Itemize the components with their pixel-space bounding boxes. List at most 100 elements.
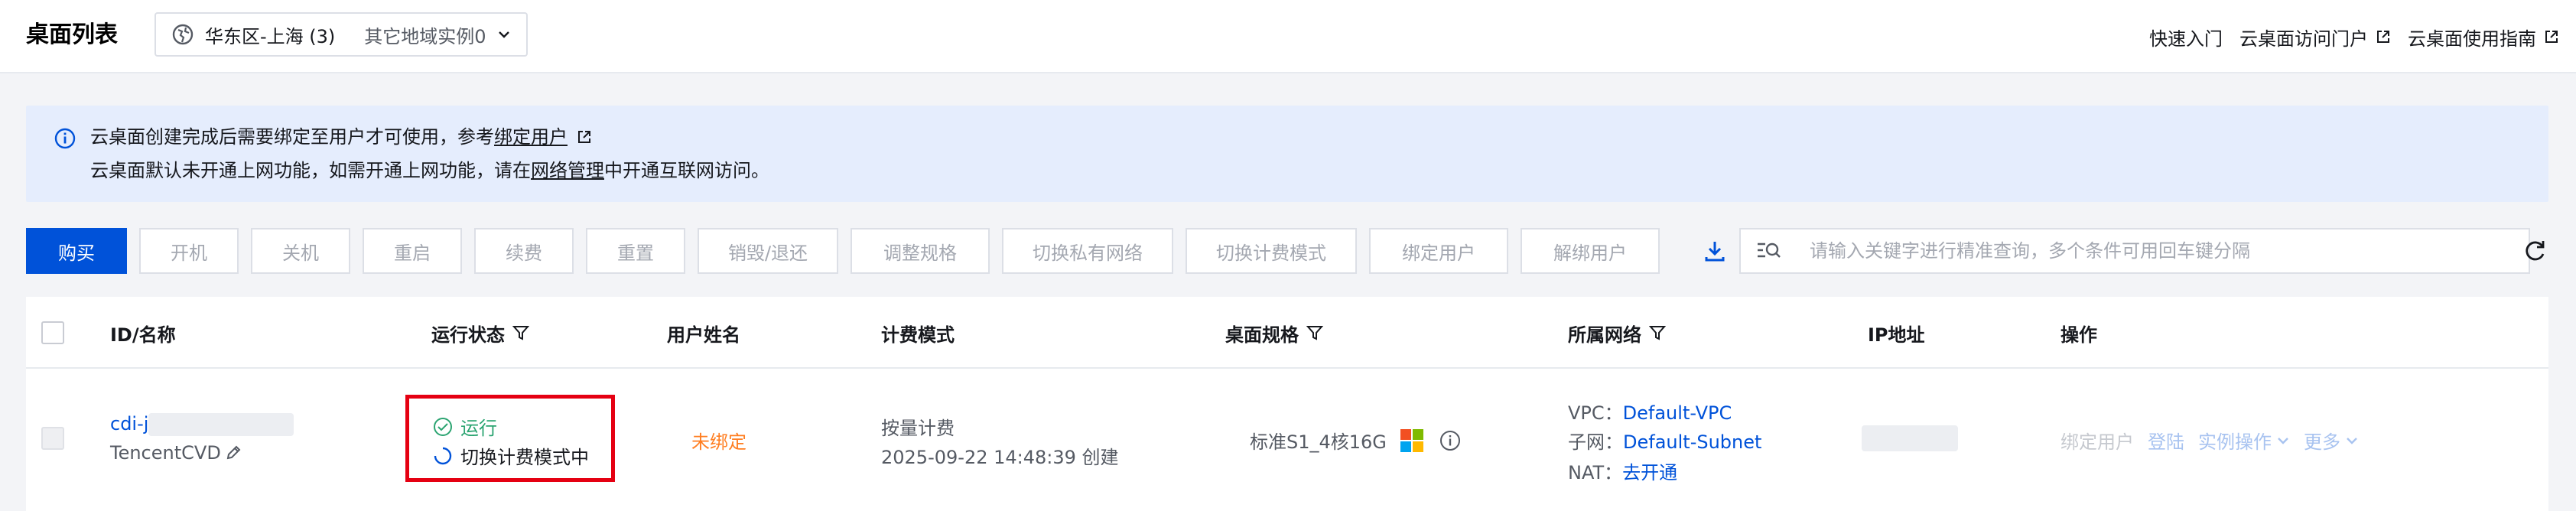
edit-pencil-icon[interactable] (224, 444, 242, 462)
vpc-line: VPC：Default-VPC (1568, 398, 1732, 425)
windows-logo-icon (1400, 428, 1423, 452)
bind-user-doc-link[interactable]: 绑定用户 (494, 124, 568, 150)
chevron-down-icon (2347, 437, 2357, 444)
info-notice: 云桌面创建完成后需要绑定至用户才可使用，参考 绑定用户 云桌面默认未开通上网功能… (26, 106, 2548, 202)
page-title: 桌面列表 (26, 21, 118, 48)
column-label: 运行状态 (431, 324, 505, 346)
column-label: ID/名称 (110, 324, 176, 346)
vpc-label: VPC： (1568, 402, 1623, 424)
nat-enable-link[interactable]: 去开通 (1622, 462, 1677, 483)
action-instance-ops[interactable]: 实例操作 (2198, 427, 2272, 454)
column-header-status: 运行状态 (431, 297, 529, 369)
billing-mode: 按量计费 (881, 418, 955, 439)
filter-icon[interactable] (1306, 324, 1323, 341)
table-header: ID/名称 运行状态 用户姓名 计费模式 桌面规格 所属网络 IP地址 操作 (26, 297, 2548, 369)
subnet-link[interactable]: Default-Subnet (1623, 431, 1761, 453)
region-current: 华东区-上海 (3) (205, 25, 336, 47)
renew-button[interactable]: 续费 (474, 228, 574, 274)
instance-name-cell: TencentCVD (110, 442, 242, 464)
region-other: 其它地域实例0 (364, 25, 486, 47)
link-label: 快速入门 (2149, 28, 2223, 50)
highlight-annotation-box (405, 395, 615, 482)
filter-icon[interactable] (512, 324, 529, 341)
spec-text: 标准S1_4核16G (1250, 431, 1387, 453)
unbind-user-button[interactable]: 解绑用户 (1521, 228, 1660, 274)
column-header-user: 用户姓名 (667, 297, 740, 369)
power-on-button[interactable]: 开机 (139, 228, 239, 274)
column-label: 操作 (2060, 324, 2097, 346)
spec-cell: 标准S1_4核16G (1250, 427, 1462, 454)
toolbar: 购买 开机 关机 重启 续费 重置 销毁/退还 调整规格 切换私有网络 切换计费… (26, 228, 2548, 274)
switch-billing-button[interactable]: 切换计费模式 (1186, 228, 1357, 274)
link-access-portal[interactable]: 云桌面访问门户 (2239, 24, 2391, 50)
notice-text: 云桌面创建完成后需要绑定至用户才可使用，参考 (90, 126, 494, 148)
link-user-guide[interactable]: 云桌面使用指南 (2408, 24, 2559, 50)
top-links: 快速入门 云桌面访问门户 云桌面使用指南 (2149, 0, 2576, 73)
subnet-line: 子网：Default-Subnet (1568, 427, 1761, 454)
nat-line: NAT：去开通 (1568, 457, 1677, 484)
external-link-icon (578, 131, 590, 143)
column-label: IP地址 (1868, 324, 1925, 346)
column-header-billing: 计费模式 (881, 297, 955, 369)
vpc-link[interactable]: Default-VPC (1623, 402, 1732, 424)
notice-text: 中开通互联网访问。 (604, 160, 769, 181)
instance-id-cell: cdi-j (110, 413, 294, 436)
notice-text: 云桌面默认未开通上网功能，如需开通上网功能，请在 (90, 160, 531, 181)
link-label: 云桌面使用指南 (2408, 28, 2536, 50)
column-header-actions: 操作 (2060, 297, 2097, 369)
column-header-id: ID/名称 (110, 297, 176, 369)
action-more[interactable]: 更多 (2304, 427, 2340, 454)
column-label: 所属网络 (1568, 324, 1641, 346)
restart-button[interactable]: 重启 (363, 228, 462, 274)
search-box[interactable] (1739, 228, 2530, 274)
reset-button[interactable]: 重置 (586, 228, 685, 274)
created-time: 2025-09-22 14:48:39 创建 (881, 447, 1119, 468)
action-bind-user[interactable]: 绑定用户 (2060, 427, 2134, 454)
chevron-down-icon (498, 31, 509, 38)
column-header-spec: 桌面规格 (1225, 297, 1323, 369)
action-login[interactable]: 登陆 (2148, 427, 2184, 454)
globe-icon (172, 24, 194, 45)
bind-user-button[interactable]: 绑定用户 (1369, 228, 1508, 274)
ip-address-cell (1862, 425, 1958, 456)
redacted-id (148, 413, 294, 436)
download-icon[interactable] (1701, 237, 1729, 265)
user-name-unbound: 未绑定 (691, 431, 746, 453)
column-label: 桌面规格 (1225, 324, 1299, 346)
info-circle-icon[interactable] (1439, 429, 1462, 452)
external-link-icon (2377, 31, 2389, 43)
destroy-return-button[interactable]: 销毁/退还 (698, 228, 838, 274)
link-label: 云桌面访问门户 (2239, 28, 2368, 50)
switch-vpc-button[interactable]: 切换私有网络 (1002, 228, 1173, 274)
filter-search-icon (1758, 242, 1781, 258)
chevron-down-icon (2278, 437, 2288, 444)
notice-line-1: 云桌面创建完成后需要绑定至用户才可使用，参考 绑定用户 (90, 124, 592, 150)
filter-icon[interactable] (1649, 324, 1666, 341)
link-quick-start[interactable]: 快速入门 (2149, 24, 2223, 50)
desktop-table: ID/名称 运行状态 用户姓名 计费模式 桌面规格 所属网络 IP地址 操作 c… (26, 297, 2548, 511)
adjust-spec-button[interactable]: 调整规格 (851, 228, 990, 274)
column-header-network: 所属网络 (1568, 297, 1666, 369)
table-row: cdi-j TencentCVD 运行 切换计费模式中 未绑定 按量计费 202… (26, 370, 2548, 511)
notice-line-2: 云桌面默认未开通上网功能，如需开通上网功能，请在网络管理中开通互联网访问。 (90, 158, 769, 184)
top-bar: 桌面列表 华东区-上海 (3) 其它地域实例0 快速入门 云桌面访问门户 云桌面… (0, 0, 2576, 73)
actions-cell: 绑定用户 登陆 实例操作 更多 (2060, 427, 2359, 454)
refresh-icon[interactable] (2521, 237, 2548, 265)
instance-name: TencentCVD (110, 442, 221, 464)
info-icon (54, 128, 76, 149)
power-off-button[interactable]: 关机 (251, 228, 350, 274)
row-checkbox[interactable] (41, 427, 64, 450)
subnet-label: 子网： (1568, 431, 1623, 453)
select-all-checkbox[interactable] (41, 321, 64, 344)
column-header-ip: IP地址 (1868, 297, 1925, 369)
instance-id-link[interactable]: cdi-j (110, 413, 148, 435)
search-input[interactable] (1810, 240, 2498, 262)
network-management-link[interactable]: 网络管理 (531, 160, 604, 181)
region-selector[interactable]: 华东区-上海 (3) 其它地域实例0 (154, 12, 528, 57)
redacted-ip (1862, 425, 1958, 451)
buy-button[interactable]: 购买 (26, 228, 127, 274)
column-label: 计费模式 (881, 324, 955, 346)
column-label: 用户姓名 (667, 324, 740, 346)
nat-label: NAT： (1568, 462, 1623, 483)
external-link-icon (2545, 31, 2558, 43)
